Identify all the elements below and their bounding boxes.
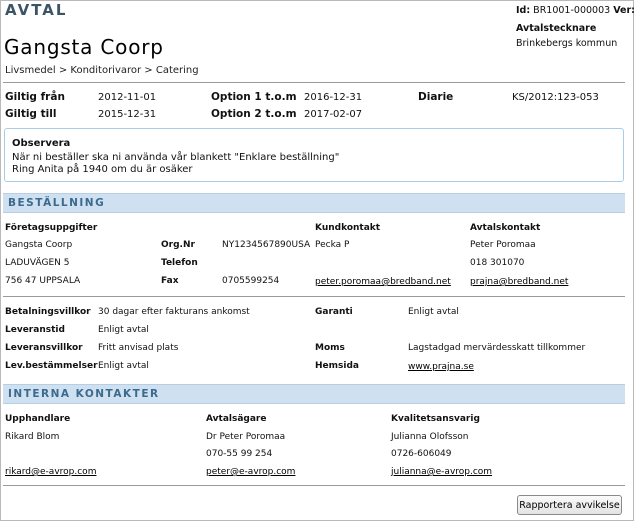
delivery-rules-label: Lev.bestämmelser — [5, 361, 98, 371]
owner-phone: 070-55 99 254 — [206, 449, 273, 459]
id-row: Id: BR1001-000003 Ver: A — [516, 5, 634, 16]
valid-from-label: Giltig från — [5, 91, 65, 103]
warranty-value: Enligt avtal — [408, 307, 459, 317]
id-value: BR1001-000003 — [533, 5, 611, 16]
orgnr-value: NY1234567890USA — [222, 240, 311, 250]
agreement-contact-name: Peter Poromaa — [470, 240, 536, 250]
id-label: Id: — [516, 5, 531, 16]
owner-name: Dr Peter Poromaa — [206, 432, 286, 442]
phone-label: Telefon — [161, 258, 198, 268]
notice-line: När ni beställer ska ni använda vår blan… — [12, 152, 340, 163]
owner-email-link[interactable]: peter@e-avrop.com — [206, 467, 295, 477]
order-address: LADUVÄGEN 5 — [5, 258, 70, 268]
option1-value: 2016-12-31 — [304, 92, 363, 103]
valid-to-label: Giltig till — [5, 108, 57, 120]
customer-contact-email-link[interactable]: peter.poromaa@bredband.net — [315, 277, 451, 287]
agreement-contact-label: Avtalskontakt — [470, 223, 541, 233]
agreement-contact-email-link[interactable]: prajna@bredband.net — [470, 277, 568, 287]
quality-email-link[interactable]: julianna@e-avrop.com — [391, 467, 492, 477]
vat-value: Lagstadgad mervärdesskatt tillkommer — [408, 343, 586, 353]
option2-value: 2017-02-07 — [304, 109, 363, 120]
website-label: Hemsida — [315, 361, 359, 371]
divider — [3, 82, 625, 83]
order-section-header: BESTÄLLNING — [3, 193, 625, 213]
order-company-name: Gangsta Coorp — [5, 240, 73, 250]
delivery-terms-value: Fritt anvisad plats — [98, 343, 179, 353]
option1-label: Option 1 t.o.m — [211, 91, 297, 103]
notice-box: Observera När ni beställer ska ni använd… — [4, 128, 624, 182]
quality-name: Julianna Olofsson — [391, 432, 469, 442]
fax-label: Fax — [161, 276, 179, 286]
divider — [3, 296, 625, 297]
company-info-label: Företagsuppgifter — [5, 223, 98, 233]
notice-line: Ring Anita på 1940 om du är osäker — [12, 164, 193, 175]
diarie-value: KS/2012:123-053 — [512, 92, 599, 103]
option2-label: Option 2 t.o.m — [211, 108, 297, 120]
buyer-name: Rikard Blom — [5, 432, 60, 442]
payment-terms-value: 30 dagar efter fakturans ankomst — [98, 307, 250, 317]
order-section-title: BESTÄLLNING — [8, 197, 106, 209]
agreement-contact-phone: 018 301070 — [470, 258, 525, 268]
vat-label: Moms — [315, 343, 345, 353]
breadcrumb: Livsmedel > Konditorivaror > Catering — [5, 65, 199, 76]
customer-contact-label: Kundkontakt — [315, 223, 381, 233]
delivery-terms-label: Leveransvillkor — [5, 343, 83, 353]
delivery-time-value: Enligt avtal — [98, 325, 149, 335]
buyer-email-link[interactable]: rikard@e-avrop.com — [5, 467, 96, 477]
signatory-value: Brinkebergs kommun — [516, 38, 618, 49]
app-title: AVTAL — [5, 1, 68, 19]
buyer-label: Upphandlare — [5, 414, 71, 424]
report-deviation-button[interactable]: Rapportera avvikelse — [517, 495, 622, 515]
quality-label: Kvalitetsansvarig — [391, 414, 480, 424]
agreement-window — [0, 0, 634, 521]
payment-terms-label: Betalningsvillkor — [5, 307, 91, 317]
valid-to-value: 2015-12-31 — [98, 109, 157, 120]
valid-from-value: 2012-11-01 — [98, 92, 157, 103]
owner-label: Avtalsägare — [206, 414, 267, 424]
fax-value: 0705599254 — [222, 276, 280, 286]
order-postal: 756 47 UPPSALA — [5, 276, 81, 286]
delivery-rules-value: Enligt avtal — [98, 361, 149, 371]
website-link[interactable]: www.prajna.se — [408, 362, 474, 372]
delivery-time-label: Leveranstid — [5, 325, 65, 335]
signatory-label: Avtalstecknare — [516, 23, 597, 34]
internal-contacts-section-header: INTERNA KONTAKTER — [3, 384, 625, 404]
warranty-label: Garanti — [315, 307, 353, 317]
version-label: Ver: — [613, 5, 634, 16]
divider — [3, 485, 625, 486]
quality-phone: 0726-606049 — [391, 449, 452, 459]
customer-contact-name: Pecka P — [315, 240, 350, 250]
internal-contacts-title: INTERNA KONTAKTER — [8, 388, 160, 400]
company-name: Gangsta Coorp — [4, 35, 164, 59]
notice-title: Observera — [12, 138, 71, 149]
orgnr-label: Org.Nr — [161, 240, 195, 250]
diarie-label: Diarie — [418, 91, 454, 103]
